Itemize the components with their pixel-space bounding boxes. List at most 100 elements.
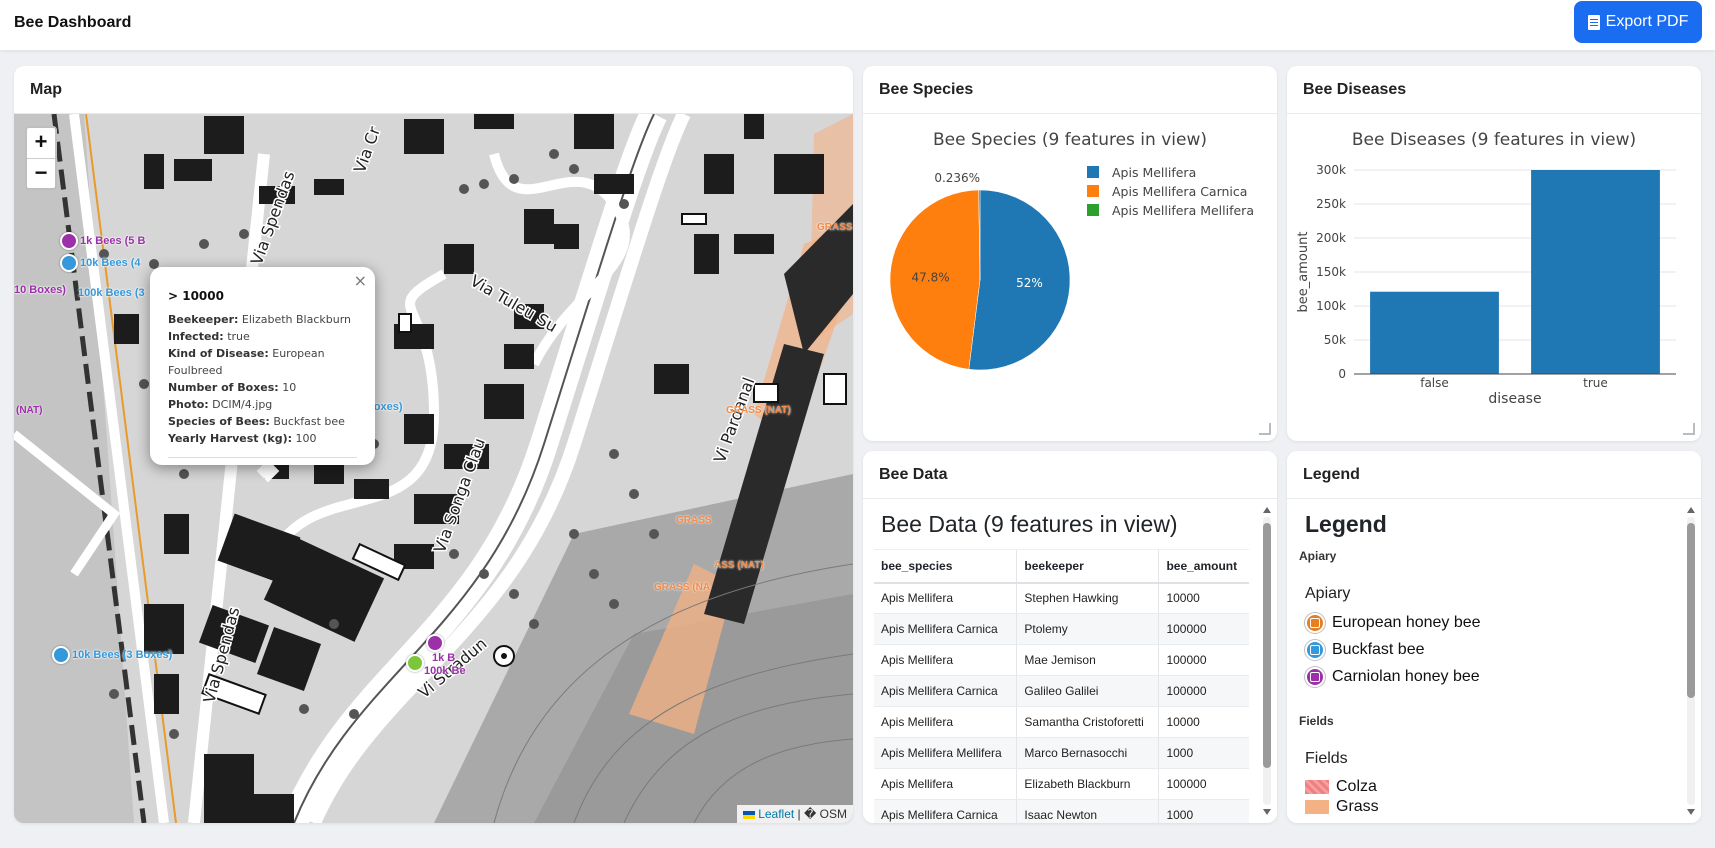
zoom-in-button[interactable]: +	[27, 128, 55, 158]
legend-group-label: Fields	[1299, 714, 1334, 728]
legend-card: Legend Legend Apiary Apiary European hon…	[1287, 451, 1701, 823]
diseases-bar-chart[interactable]: 0 50k 100k 150k 200k 250k 300k false true disease…	[1287, 114, 1701, 441]
legend-item-carniolan-honey-bee: Carniolan honey bee	[1305, 667, 1480, 687]
apiary-marker-label[interactable]: 10k Bees (4	[80, 257, 141, 269]
apiary-marker-label[interactable]: 100k Be	[424, 665, 466, 677]
scroll-up-arrow-icon[interactable]	[1687, 507, 1695, 513]
y-tick-label: 300k	[1316, 163, 1346, 177]
table-row[interactable]: Apis Mellifera Carnica Galileo Galilei 100…	[874, 675, 1249, 707]
popup-value: 100	[295, 432, 317, 445]
resize-handle-icon[interactable]	[1683, 423, 1695, 435]
bee-data-table: bee_species beekeeper bee_amount Apis Me…	[874, 549, 1249, 823]
table-cell: 10000	[1158, 706, 1249, 738]
bee-species-card: Bee Species Bee Species (9 features in v…	[863, 66, 1277, 441]
table-cell: Galileo Galilei	[1016, 675, 1159, 707]
map-view[interactable]: Via Spendas Via Cr Via Tuleu Su Via Song…	[14, 114, 853, 823]
table-row[interactable]: Apis Mellifera Mae Jemison 100000	[874, 644, 1249, 676]
apiary-marker-label[interactable]: 100k Bees (3	[78, 287, 145, 299]
y-tick-label: 150k	[1316, 265, 1346, 279]
table-row[interactable]: Apis Mellifera Mellifera Marco Bernasocch…	[874, 737, 1249, 769]
leaflet-link[interactable]: Leaflet	[758, 807, 794, 821]
table-cell: Apis Mellifera	[874, 582, 1017, 614]
document-icon	[1587, 14, 1600, 30]
column-header[interactable]: bee_species	[874, 549, 1017, 584]
data-card-title: Bee Data	[863, 451, 1277, 499]
legend-card-title: Legend	[1287, 451, 1701, 499]
table-cell: 1000	[1158, 799, 1249, 823]
data-heading: Bee Data (9 features in view)	[881, 511, 1178, 537]
apiary-marker-icon[interactable]	[60, 232, 78, 250]
legend-swatch[interactable]	[1087, 204, 1099, 216]
y-axis-title: bee_amount	[1296, 232, 1311, 313]
app-title: Bee Dashboard	[14, 14, 132, 31]
apiary-marker-icon[interactable]	[52, 646, 70, 664]
scroll-down-arrow-icon[interactable]	[1687, 809, 1695, 815]
table-cell: Apis Mellifera	[874, 644, 1017, 676]
popup-value: true	[227, 330, 250, 343]
table-cell: 100000	[1158, 644, 1249, 676]
legend-scrollbar[interactable]	[1685, 507, 1695, 815]
apiary-marker-icon[interactable]	[426, 634, 444, 652]
table-header-row: bee_species beekeeper bee_amount	[874, 549, 1249, 584]
legend-entry[interactable]: Apis Mellifera Carnica	[1112, 184, 1247, 199]
bar[interactable]	[1531, 170, 1660, 374]
map-attribution: Leaflet | � OSM	[737, 805, 853, 823]
popup-title: > 10000	[168, 289, 224, 303]
table-cell: 100000	[1158, 675, 1249, 707]
field-label: GRASS	[676, 515, 712, 526]
legend-item-label: Carniolan honey bee	[1332, 668, 1480, 685]
popup-value: DCIM/4.jpg	[212, 398, 273, 411]
apiary-marker-icon[interactable]	[406, 654, 424, 672]
scroll-up-arrow-icon[interactable]	[1263, 507, 1271, 513]
apiary-marker-label[interactable]: 1k Bees (5 B	[80, 235, 145, 247]
apiary-marker-label[interactable]: 10k Bees (3 Boxes)	[72, 649, 172, 661]
table-cell: Apis Mellifera Mellifera	[874, 737, 1017, 769]
popup-row: Number of Boxes: 10	[168, 379, 357, 396]
zoom-out-button[interactable]: −	[27, 158, 55, 188]
legend-swatch[interactable]	[1087, 185, 1099, 197]
top-bar: Bee Dashboard Export PDF	[0, 0, 1715, 50]
bar[interactable]	[1370, 291, 1499, 374]
osm-attribution[interactable]: � OSM	[804, 807, 847, 821]
table-cell: Apis Mellifera Carnica	[874, 613, 1017, 645]
table-cell: 1000	[1158, 737, 1249, 769]
resize-handle-icon[interactable]	[1259, 423, 1271, 435]
table-cell: Apis Mellifera	[874, 706, 1017, 738]
popup-key: Infected:	[168, 330, 224, 343]
legend-entry[interactable]: Apis Mellifera	[1112, 165, 1196, 180]
legend-item-buckfast-bee: Buckfast bee	[1305, 640, 1425, 660]
x-axis-title: disease	[1488, 391, 1541, 407]
table-row[interactable]: Apis Mellifera Carnica Ptolemy 100000	[874, 613, 1249, 645]
table-row[interactable]: Apis Mellifera Stephen Hawking 10000	[874, 582, 1249, 614]
data-scrollbar[interactable]	[1261, 507, 1271, 815]
popup-row: Infected: true	[168, 328, 357, 345]
popup-close-button[interactable]: ×	[354, 271, 367, 290]
legend-group-title: Fields	[1305, 750, 1348, 767]
pie-data-label: 47.8%	[912, 270, 950, 284]
table-row[interactable]: Apis Mellifera Carnica Isaac Newton 1000	[874, 799, 1249, 823]
table-row[interactable]: Apis Mellifera Elizabeth Blackburn 100000	[874, 768, 1249, 800]
legend-heading: Legend	[1305, 511, 1387, 537]
field-label: GRASS (NA	[654, 582, 711, 593]
table-row[interactable]: Apis Mellifera Samantha Cristoforetti 1000…	[874, 706, 1249, 738]
scrollbar-thumb[interactable]	[1263, 523, 1271, 768]
popup-key: Yearly Harvest (kg):	[168, 432, 292, 445]
scrollbar-thumb[interactable]	[1687, 523, 1695, 698]
column-header[interactable]: beekeeper	[1016, 549, 1159, 584]
scroll-down-arrow-icon[interactable]	[1263, 809, 1271, 815]
apiary-marker-label[interactable]: 1k B	[432, 652, 455, 664]
export-pdf-button[interactable]: Export PDF	[1574, 1, 1702, 43]
pie-data-label: 0.236%	[934, 171, 980, 185]
legend-group-title: Apiary	[1305, 585, 1351, 602]
legend-item-colza: Colza	[1305, 778, 1377, 796]
column-header[interactable]: bee_amount	[1158, 549, 1249, 584]
apiary-marker-icon[interactable]	[60, 254, 78, 272]
table-cell: Isaac Newton	[1016, 799, 1159, 823]
legend-entry[interactable]: Apis Mellifera Mellifera	[1112, 203, 1254, 218]
species-pie-chart[interactable]: 52% 47.8% 0.236% Apis Mellifera Apis Mellife…	[863, 114, 1277, 441]
legend-swatch[interactable]	[1087, 166, 1099, 178]
pie-data-label: 52%	[1016, 276, 1043, 290]
popup-row: Yearly Harvest (kg): 100	[168, 430, 357, 447]
european-honey-bee-icon	[1305, 613, 1325, 633]
apiary-marker-label[interactable]: 10 Boxes)	[14, 284, 66, 296]
